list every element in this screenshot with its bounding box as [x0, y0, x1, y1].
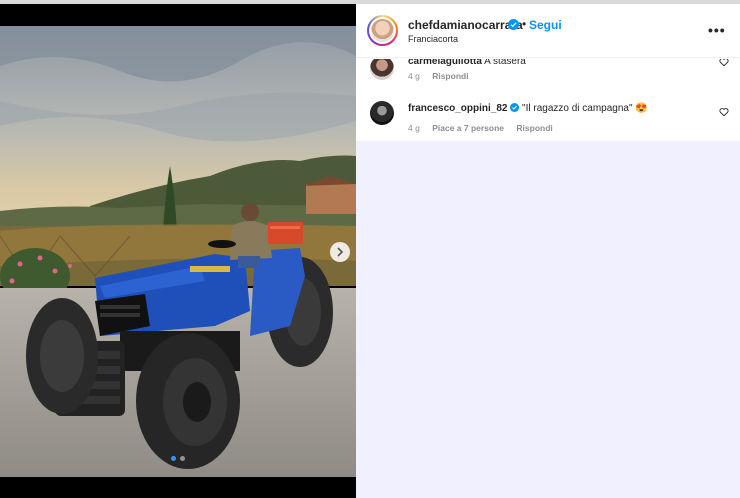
like-heart-icon[interactable]: [719, 107, 729, 117]
carousel-dot: [180, 456, 185, 461]
verified-badge-icon: [510, 103, 520, 112]
comment-meta: 4 g Rispondi: [408, 71, 479, 81]
avatar-image: [371, 19, 394, 42]
carousel-next-button[interactable]: [330, 242, 350, 262]
tractor-photo-image: [0, 26, 356, 477]
post-location[interactable]: Franciacorta: [408, 34, 458, 44]
comment-age: 4 g: [408, 123, 420, 133]
comment-text-line: carmelaguliotta A stasera: [408, 59, 526, 67]
comment-likes-count[interactable]: Piace a 7 persone: [432, 123, 504, 133]
verified-badge-icon: [508, 19, 519, 30]
more-options-button[interactable]: •••: [708, 22, 726, 38]
post-media-pane: [0, 4, 356, 498]
comment-clip: carmelaguliotta A stasera 4 g Rispondi: [356, 59, 740, 89]
comment-text: A stasera: [484, 59, 526, 67]
follow-button[interactable]: Segui: [529, 18, 562, 32]
chevron-right-icon: [337, 247, 344, 257]
comment-age: 4 g: [408, 71, 420, 81]
commenter-username[interactable]: carmelaguliotta: [408, 59, 482, 67]
commenter-username[interactable]: francesco_oppini_82: [408, 103, 507, 114]
commenter-avatar[interactable]: [370, 101, 394, 125]
author-avatar[interactable]: [367, 15, 398, 46]
like-heart-icon[interactable]: [719, 59, 729, 67]
comment-meta: 4 g Piace a 7 persone Rispondi: [408, 123, 563, 133]
carousel-indicator: [171, 456, 185, 461]
author-username[interactable]: chefdamianocarrara: [408, 18, 523, 32]
commenter-avatar[interactable]: [370, 59, 394, 80]
reply-button[interactable]: Rispondi: [516, 123, 552, 133]
comment-text-line: francesco_oppini_82 "Il ragazzo di campa…: [408, 103, 648, 114]
post-header: chefdamianocarrara • Segui Franciacorta …: [356, 4, 740, 58]
header-separator: •: [522, 17, 527, 31]
reply-button[interactable]: Rispondi: [432, 71, 468, 81]
post-photo[interactable]: [0, 26, 356, 477]
post-side-panel: chefdamianocarrara • Segui Franciacorta …: [356, 4, 740, 498]
comment-text: "Il ragazzo di campagna" 😍: [522, 103, 648, 114]
carousel-dot: [171, 456, 176, 461]
